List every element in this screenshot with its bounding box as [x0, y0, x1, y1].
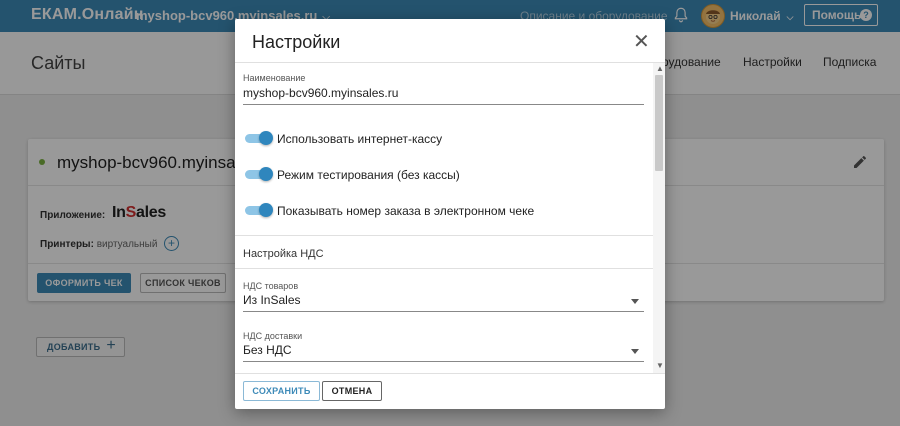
- toggle-order-number[interactable]: [245, 203, 273, 217]
- goods-vat-select[interactable]: Из InSales: [243, 293, 301, 307]
- delivery-vat-label: НДС доставки: [243, 331, 303, 341]
- cancel-button[interactable]: ОТМЕНА: [322, 381, 382, 401]
- vat-section-title: Настройка НДС: [243, 248, 324, 260]
- toggle-test-mode[interactable]: [245, 167, 273, 181]
- dropdown-arrow-icon[interactable]: [631, 299, 639, 304]
- scroll-up-icon[interactable]: ▲: [656, 64, 664, 73]
- divider: [235, 235, 653, 236]
- divider: [235, 373, 665, 374]
- delivery-vat-select[interactable]: Без НДС: [243, 343, 292, 357]
- dialog-scrollbar[interactable]: ▲ ▼: [653, 63, 665, 373]
- close-icon[interactable]: ✕: [633, 32, 650, 52]
- goods-vat-label: НДС товаров: [243, 281, 299, 291]
- dialog-title: Настройки: [252, 32, 341, 52]
- dialog-body: Наименование myshop-bcv960.myinsales.ru …: [235, 63, 653, 373]
- toggle-knob: [259, 203, 273, 217]
- save-button[interactable]: СОХРАНИТЬ: [243, 381, 320, 401]
- delivery-vat-underline: [243, 361, 644, 362]
- toggle-label-online-cashbox: Использовать интернет-кассу: [277, 132, 443, 146]
- divider: [235, 268, 653, 269]
- goods-vat-underline: [243, 311, 644, 312]
- toggle-label-order-number: Показывать номер заказа в электронном че…: [277, 204, 535, 218]
- toggle-knob: [259, 131, 273, 145]
- toggle-knob: [259, 167, 273, 181]
- settings-dialog: Настройки ✕ Наименование myshop-bcv960.m…: [235, 19, 665, 409]
- name-field-underline: [243, 104, 644, 105]
- name-field-label: Наименование: [243, 73, 306, 83]
- scrollbar-thumb[interactable]: [655, 75, 663, 171]
- toggle-online-cashbox[interactable]: [245, 131, 273, 145]
- name-field[interactable]: myshop-bcv960.myinsales.ru: [243, 86, 398, 100]
- dropdown-arrow-icon[interactable]: [631, 349, 639, 354]
- toggle-label-test-mode: Режим тестирования (без кассы): [277, 168, 460, 182]
- scroll-down-icon[interactable]: ▼: [656, 361, 664, 370]
